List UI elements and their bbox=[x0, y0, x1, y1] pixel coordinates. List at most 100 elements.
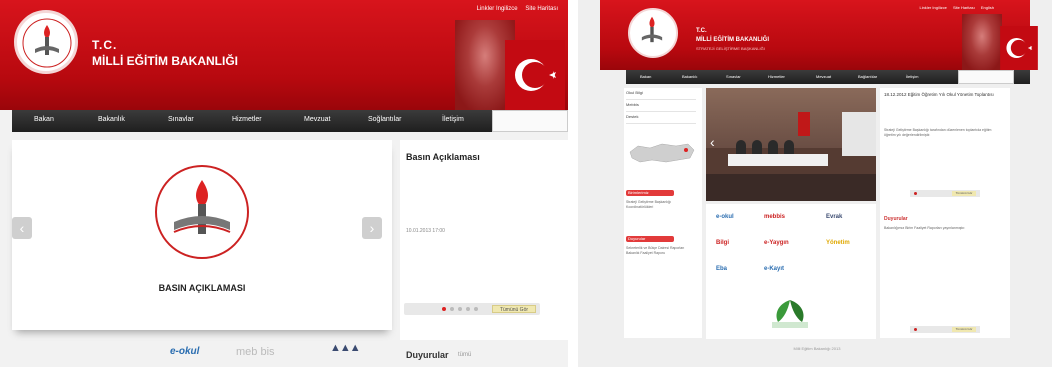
service-link[interactable]: Eba bbox=[716, 266, 727, 272]
header-tc: T.C. bbox=[92, 38, 118, 52]
site-header: T.C. MİLLİ EĞİTİM BAKANLIĞI STRATEJİ GEL… bbox=[600, 0, 1038, 70]
main-nav: Bakan Bakanlık Sınavlar Hizmetler Mevzua… bbox=[626, 70, 1030, 84]
photo-flag bbox=[798, 112, 810, 136]
news-slider[interactable]: BASIN AÇIKLAMASI bbox=[12, 140, 392, 330]
header-ministry-name[interactable]: MİLLİ EĞİTİM BAKANLIĞI bbox=[696, 37, 769, 43]
news-date: 10.01.2013 17:00 bbox=[406, 228, 445, 234]
turkish-flag-icon bbox=[505, 40, 565, 110]
left-screenshot: T.C. MİLLİ EĞİTİM BAKANLIĞI Linkler Ingi… bbox=[0, 0, 568, 367]
search-input[interactable] bbox=[492, 110, 568, 132]
slider-pager: Tümünü Gör bbox=[910, 190, 980, 197]
slider-prev-icon[interactable]: ‹ bbox=[12, 217, 32, 239]
top-link[interactable]: Site Haritası bbox=[525, 6, 558, 12]
news-sidebar: 18.12.2012 Eğitim Öğretim Yılı Okul Yöne… bbox=[880, 88, 1010, 338]
photo-person bbox=[752, 140, 762, 154]
section-label: Birimlerimiz bbox=[626, 190, 674, 196]
nav-item[interactable]: Bakanlık bbox=[98, 116, 125, 123]
section-label: Duyurular bbox=[626, 236, 674, 242]
sidebar-item[interactable]: Okul Bilgi bbox=[626, 90, 696, 100]
ministry-emblem bbox=[155, 165, 249, 259]
sidebar-item[interactable]: Destek bbox=[626, 114, 696, 124]
turkish-flag-icon bbox=[1000, 26, 1038, 70]
right-screenshot: T.C. MİLLİ EĞİTİM BAKANLIĞI STRATEJİ GEL… bbox=[578, 0, 1052, 367]
top-link[interactable]: Linkler Ingilizce bbox=[919, 5, 946, 10]
search-input[interactable] bbox=[958, 70, 1014, 84]
press-release-panel: Basın Açıklaması 10.01.2013 17:00 Tümünü… bbox=[400, 140, 568, 340]
nav-item[interactable]: Bakan bbox=[34, 116, 54, 123]
news-photo-slider[interactable]: ‹ bbox=[706, 88, 876, 201]
photo-table bbox=[728, 154, 828, 166]
announcements-title: Duyurular bbox=[406, 350, 449, 360]
top-link[interactable]: Site Haritası bbox=[953, 5, 975, 10]
header-tc: T.C. bbox=[696, 28, 707, 34]
nav-item[interactable]: Soğlantılar bbox=[368, 116, 401, 123]
service-link[interactable]: Bilgi bbox=[716, 240, 729, 246]
ministry-seal-logo[interactable] bbox=[628, 8, 678, 58]
mebbis-logo[interactable]: meb bis bbox=[236, 346, 275, 358]
nav-item[interactable]: Hizmetler bbox=[768, 74, 785, 79]
left-sidebar: Okul Bilgi Mebbis Destek Birimlerimiz St… bbox=[624, 88, 702, 338]
slide-caption: BASIN AÇIKLAMASI bbox=[158, 283, 246, 293]
sidebar-item[interactable]: Mebbis bbox=[626, 102, 696, 112]
main-nav: Bakan Bakanlık Sınavlar Hizmetler Mevzua… bbox=[12, 110, 568, 132]
header-ministry-name[interactable]: MİLLİ EĞİTİM BAKANLIĞI bbox=[92, 54, 238, 68]
nav-item[interactable]: Bakanlık bbox=[682, 74, 697, 79]
service-link[interactable]: e-okul bbox=[716, 214, 734, 220]
nav-item[interactable]: Hizmetler bbox=[232, 116, 262, 123]
announcements-more-link[interactable]: tümü bbox=[458, 352, 471, 358]
pager-dot[interactable] bbox=[914, 192, 917, 195]
photo-person bbox=[736, 140, 746, 154]
footer: Milli Eğitim Bakanlığı 2013 bbox=[793, 346, 841, 351]
news-body: Strateji Geliştirme Başkanlığı tarafında… bbox=[884, 128, 992, 137]
pager-dot[interactable] bbox=[458, 307, 462, 311]
nav-item[interactable]: İletişim bbox=[442, 116, 464, 123]
top-links: Linkler Ingilizce Site Haritası bbox=[471, 6, 558, 12]
panel-title[interactable]: Basın Açıklaması bbox=[406, 152, 480, 162]
book-leaf-logo[interactable] bbox=[764, 296, 816, 334]
building-icon[interactable]: ▲▲▲ bbox=[330, 342, 361, 354]
nav-item[interactable]: Mevzuat bbox=[816, 74, 831, 79]
slider-prev-icon[interactable]: ‹ bbox=[710, 134, 715, 150]
nav-item[interactable]: Sınavlar bbox=[726, 74, 741, 79]
see-all-button[interactable]: Tümünü Gör bbox=[952, 327, 976, 332]
slider-pager: Tümünü Gör bbox=[910, 326, 980, 333]
photo-person bbox=[768, 140, 778, 154]
service-link[interactable]: e-Yaygın bbox=[764, 240, 789, 246]
site-header: T.C. MİLLİ EĞİTİM BAKANLIĞI Linkler Ingi… bbox=[0, 0, 568, 110]
header-subtitle: STRATEJİ GELİŞTİRME BAŞKANLIĞI bbox=[696, 46, 765, 51]
section-text[interactable]: Sekreterlik ve Bütçe Dairesi Raporları B… bbox=[626, 246, 696, 256]
news-headline[interactable]: 18.12.2012 Eğitim Öğretim Yılı Okul Yöne… bbox=[884, 92, 1004, 98]
ataturk-portrait bbox=[962, 14, 1002, 70]
eokul-logo[interactable]: e-okul bbox=[170, 346, 199, 357]
photo-board bbox=[842, 112, 876, 156]
section-text[interactable]: Strateji Geliştirme Başkanlığı Koordinat… bbox=[626, 200, 696, 210]
pager-dot[interactable] bbox=[466, 307, 470, 311]
announcements-title: Duyurular bbox=[884, 216, 908, 222]
pager-dot[interactable] bbox=[914, 328, 917, 331]
nav-item[interactable]: Bağlantılar bbox=[858, 74, 877, 79]
divider bbox=[568, 0, 578, 367]
nav-item[interactable]: İletişim bbox=[906, 74, 918, 79]
top-links: Linkler Ingilizce Site Haritası English bbox=[914, 5, 994, 10]
photo-person bbox=[784, 140, 794, 154]
ministry-seal-logo[interactable] bbox=[14, 10, 78, 74]
service-link[interactable]: Evrak bbox=[826, 214, 842, 220]
nav-item[interactable]: Sınavlar bbox=[168, 116, 194, 123]
service-logos: e-okul mebbis Evrak Bilgi e-Yaygın Yönet… bbox=[706, 204, 876, 339]
service-link[interactable]: e-Kayıt bbox=[764, 266, 784, 272]
service-link[interactable]: mebbis bbox=[764, 214, 785, 220]
see-all-button[interactable]: Tümünü Gör bbox=[952, 191, 976, 196]
slider-next-icon[interactable]: › bbox=[362, 217, 382, 239]
see-all-button[interactable]: Tümünü Gör bbox=[492, 305, 536, 313]
announcement-text[interactable]: Bakanlığımız Birim Faaliyet Raporları ya… bbox=[884, 226, 984, 231]
nav-item[interactable]: Mevzuat bbox=[304, 116, 330, 123]
top-link[interactable]: English bbox=[981, 5, 994, 10]
pager-dot[interactable] bbox=[442, 307, 446, 311]
pager-dot[interactable] bbox=[474, 307, 478, 311]
turkey-map[interactable] bbox=[628, 138, 696, 168]
nav-item[interactable]: Bakan bbox=[640, 74, 651, 79]
top-link[interactable]: Linkler Ingilizce bbox=[477, 6, 518, 12]
pager-dot[interactable] bbox=[450, 307, 454, 311]
service-link[interactable]: Yönetim bbox=[826, 240, 850, 246]
photo-audience bbox=[706, 174, 876, 201]
